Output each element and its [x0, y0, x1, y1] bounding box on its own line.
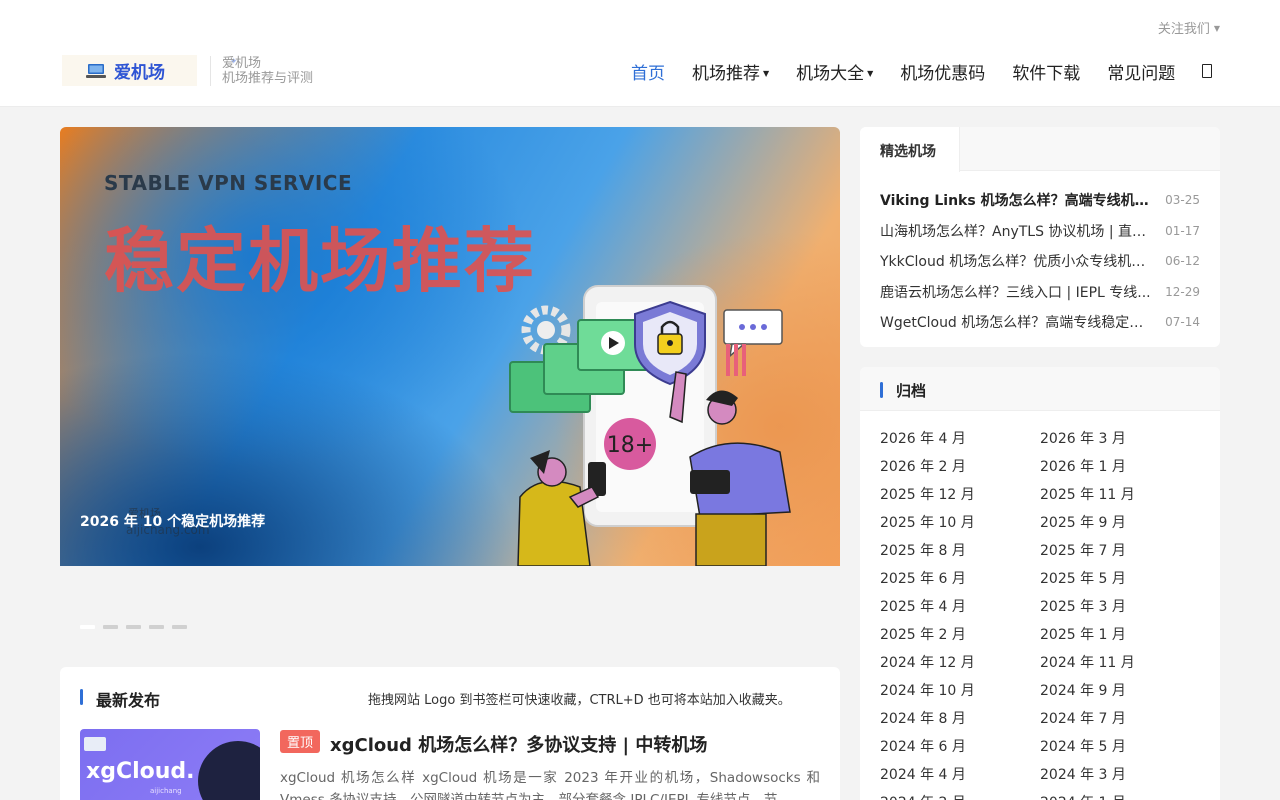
- list-item[interactable]: Viking Links 机场怎么样？高端专线机场... 03-25: [880, 185, 1200, 216]
- archive-link[interactable]: 2026 年 2 月: [880, 453, 1040, 481]
- follow-us-label: 关注我们: [1157, 22, 1210, 37]
- featured-item-date: 07-14: [1165, 315, 1200, 330]
- archive-header: 归档: [860, 367, 1220, 411]
- chevron-down-icon: ▼: [867, 68, 874, 78]
- latest-posts: 最新发布 拖拽网站 Logo 到书签栏可快速收藏，CTRL+D 也可将本站加入收…: [60, 667, 840, 800]
- pinned-badge: 置顶: [280, 730, 321, 753]
- featured-item-title: 山海机场怎么样？AnyTLS 协议机场 | 直连...: [880, 223, 1152, 240]
- featured-item-title: Viking Links 机场怎么样？高端专线机场...: [880, 193, 1152, 210]
- archive-link[interactable]: 2025 年 6 月: [880, 565, 1040, 593]
- latest-title: 最新发布: [80, 687, 160, 711]
- archive-link[interactable]: 2026 年 1 月: [1040, 453, 1200, 481]
- site-tagline: 爱机场 机场推荐与评测: [222, 56, 313, 86]
- post-excerpt: xgCloud 机场怎么样 xgCloud 机场是一家 2023 年开业的机场，…: [280, 770, 820, 800]
- logo-divider: [210, 56, 211, 86]
- featured-item-date: 03-25: [1165, 193, 1200, 208]
- archive-link[interactable]: 2024 年 3 月: [1040, 761, 1200, 789]
- nav-item-coupons[interactable]: 机场优惠码: [900, 59, 985, 84]
- carousel-dot[interactable]: [126, 625, 141, 629]
- archive-link[interactable]: 2024 年 7 月: [1040, 705, 1200, 733]
- nav-item-recommend[interactable]: 机场推荐 ▼: [692, 59, 769, 84]
- post-title[interactable]: xgCloud 机场怎么样？多协议支持 | 中转机场: [330, 731, 707, 757]
- carousel-dot[interactable]: [172, 625, 187, 629]
- archive-link[interactable]: 2025 年 2 月: [880, 621, 1040, 649]
- archive-link[interactable]: 2024 年 12 月: [880, 649, 1040, 677]
- nav-item-directory[interactable]: 机场大全 ▼: [796, 59, 873, 84]
- nav-item-home[interactable]: 首页: [631, 59, 665, 84]
- list-item[interactable]: 山海机场怎么样？AnyTLS 协议机场 | 直连... 01-17: [880, 216, 1200, 247]
- thumbnail-small-text: aijichang: [150, 787, 182, 795]
- search-icon[interactable]: [1202, 64, 1213, 78]
- featured-list: Viking Links 机场怎么样？高端专线机场... 03-25 山海机场怎么…: [860, 171, 1220, 338]
- list-item[interactable]: YkkCloud 机场怎么样？优质小众专线机场... 06-12: [880, 246, 1200, 277]
- chevron-down-icon: ▼: [763, 68, 770, 78]
- list-item[interactable]: 鹿语云机场怎么样？三线入口 | IEPL 专线... 12-29: [880, 277, 1200, 308]
- featured-item-title: WgetCloud 机场怎么样？高端专线稳定机...: [880, 315, 1152, 332]
- archive-link[interactable]: 2025 年 12 月: [880, 481, 1040, 509]
- tagline-line1: 爱机场: [222, 56, 262, 71]
- tagline-line2: 机场推荐与评测: [222, 71, 314, 86]
- archive-link[interactable]: 2025 年 9 月: [1040, 509, 1200, 537]
- archive-link[interactable]: 2025 年 5 月: [1040, 565, 1200, 593]
- card-icon: [84, 737, 106, 751]
- featured-item-date: 06-12: [1165, 254, 1200, 269]
- carousel-dot[interactable]: [149, 625, 164, 629]
- archive-link[interactable]: 2024 年 1 月: [1040, 789, 1200, 800]
- banner-caption[interactable]: 2026 年 10 个稳定机场推荐: [80, 511, 265, 531]
- carousel-pagination: [80, 625, 195, 629]
- featured-tabbar: 精选机场: [860, 127, 1220, 172]
- post-thumbnail[interactable]: xgCloud. aijichang: [80, 729, 260, 800]
- featured-item-date: 12-29: [1165, 284, 1200, 299]
- vpn-illustration: 18+: [509, 285, 791, 566]
- nav-item-faq[interactable]: 常见问题: [1107, 59, 1175, 84]
- archive-link[interactable]: 2024 年 2 月: [880, 789, 1040, 800]
- decorative-circle: [198, 741, 260, 800]
- archive-link[interactable]: 2025 年 11 月: [1040, 481, 1200, 509]
- follow-us-menu[interactable]: 关注我们 ▼: [1158, 18, 1220, 37]
- logo-text: 爱机场: [114, 63, 165, 83]
- chevron-down-icon: ▼: [1213, 24, 1220, 33]
- archive-link[interactable]: 2024 年 4 月: [880, 761, 1040, 789]
- archive-link[interactable]: 2026 年 3 月: [1040, 425, 1200, 453]
- archive-link[interactable]: 2025 年 4 月: [880, 593, 1040, 621]
- archive-link[interactable]: 2024 年 9 月: [1040, 677, 1200, 705]
- archive-link[interactable]: 2025 年 7 月: [1040, 537, 1200, 565]
- archive-link[interactable]: 2024 年 11 月: [1040, 649, 1200, 677]
- featured-item-title: 鹿语云机场怎么样？三线入口 | IEPL 专线...: [880, 284, 1151, 301]
- nav-item-downloads[interactable]: 软件下载: [1012, 59, 1080, 84]
- site-logo[interactable]: 爱机场 ✦: [62, 55, 238, 86]
- banner-kicker: STABLE VPN SERVICE: [104, 171, 353, 195]
- carousel-dot[interactable]: [103, 625, 118, 629]
- archive-link[interactable]: 2024 年 10 月: [880, 677, 1040, 705]
- featured-widget: 精选机场 Viking Links 机场怎么样？高端专线机场... 03-25 山…: [860, 127, 1220, 347]
- archive-link[interactable]: 2025 年 8 月: [880, 537, 1040, 565]
- age-badge-text: 18+: [607, 433, 653, 458]
- archive-link[interactable]: 2025 年 10 月: [880, 509, 1040, 537]
- archive-link[interactable]: 2025 年 1 月: [1040, 621, 1200, 649]
- archive-grid: 2026 年 4 月 2026 年 3 月 2026 年 2 月 2026 年 …: [860, 411, 1220, 800]
- archive-link[interactable]: 2026 年 4 月: [880, 425, 1040, 453]
- archive-widget: 归档 2026 年 4 月 2026 年 3 月 2026 年 2 月 2026…: [860, 367, 1220, 800]
- site-header: 关注我们 ▼ 爱机场 ✦ 爱机场 机场推荐与评测 首页 机场推荐 ▼ 机场大全 ▼ 机…: [0, 0, 1280, 107]
- tab-featured[interactable]: 精选机场: [860, 127, 960, 172]
- main-nav: 首页 机场推荐 ▼ 机场大全 ▼ 机场优惠码 软件下载 常见问题: [631, 58, 1213, 84]
- featured-item-date: 01-17: [1165, 223, 1200, 238]
- list-item[interactable]: WgetCloud 机场怎么样？高端专线稳定机... 07-14: [880, 307, 1200, 338]
- nav-item-recommend-label: 机场推荐: [692, 63, 760, 84]
- archive-link[interactable]: 2025 年 3 月: [1040, 593, 1200, 621]
- thumbnail-title: xgCloud.: [86, 759, 195, 784]
- archive-link[interactable]: 2024 年 5 月: [1040, 733, 1200, 761]
- archive-link[interactable]: 2024 年 6 月: [880, 733, 1040, 761]
- archive-link[interactable]: 2024 年 8 月: [880, 705, 1040, 733]
- carousel-dot[interactable]: [80, 625, 95, 629]
- nav-item-directory-label: 机场大全: [796, 63, 865, 84]
- featured-item-title: YkkCloud 机场怎么样？优质小众专线机场...: [880, 254, 1152, 271]
- archive-title: 归档: [880, 380, 926, 401]
- bookmark-hint: 拖拽网站 Logo 到书签栏可快速收藏，CTRL+D 也可将本站加入收藏夹。: [368, 693, 791, 708]
- laptop-icon: [86, 63, 106, 78]
- banner-headline: 稳定机场推荐: [104, 220, 536, 302]
- hero-banner[interactable]: STABLE VPN SERVICE 稳定机场推荐 18+ 爱机场 aijich…: [60, 127, 840, 566]
